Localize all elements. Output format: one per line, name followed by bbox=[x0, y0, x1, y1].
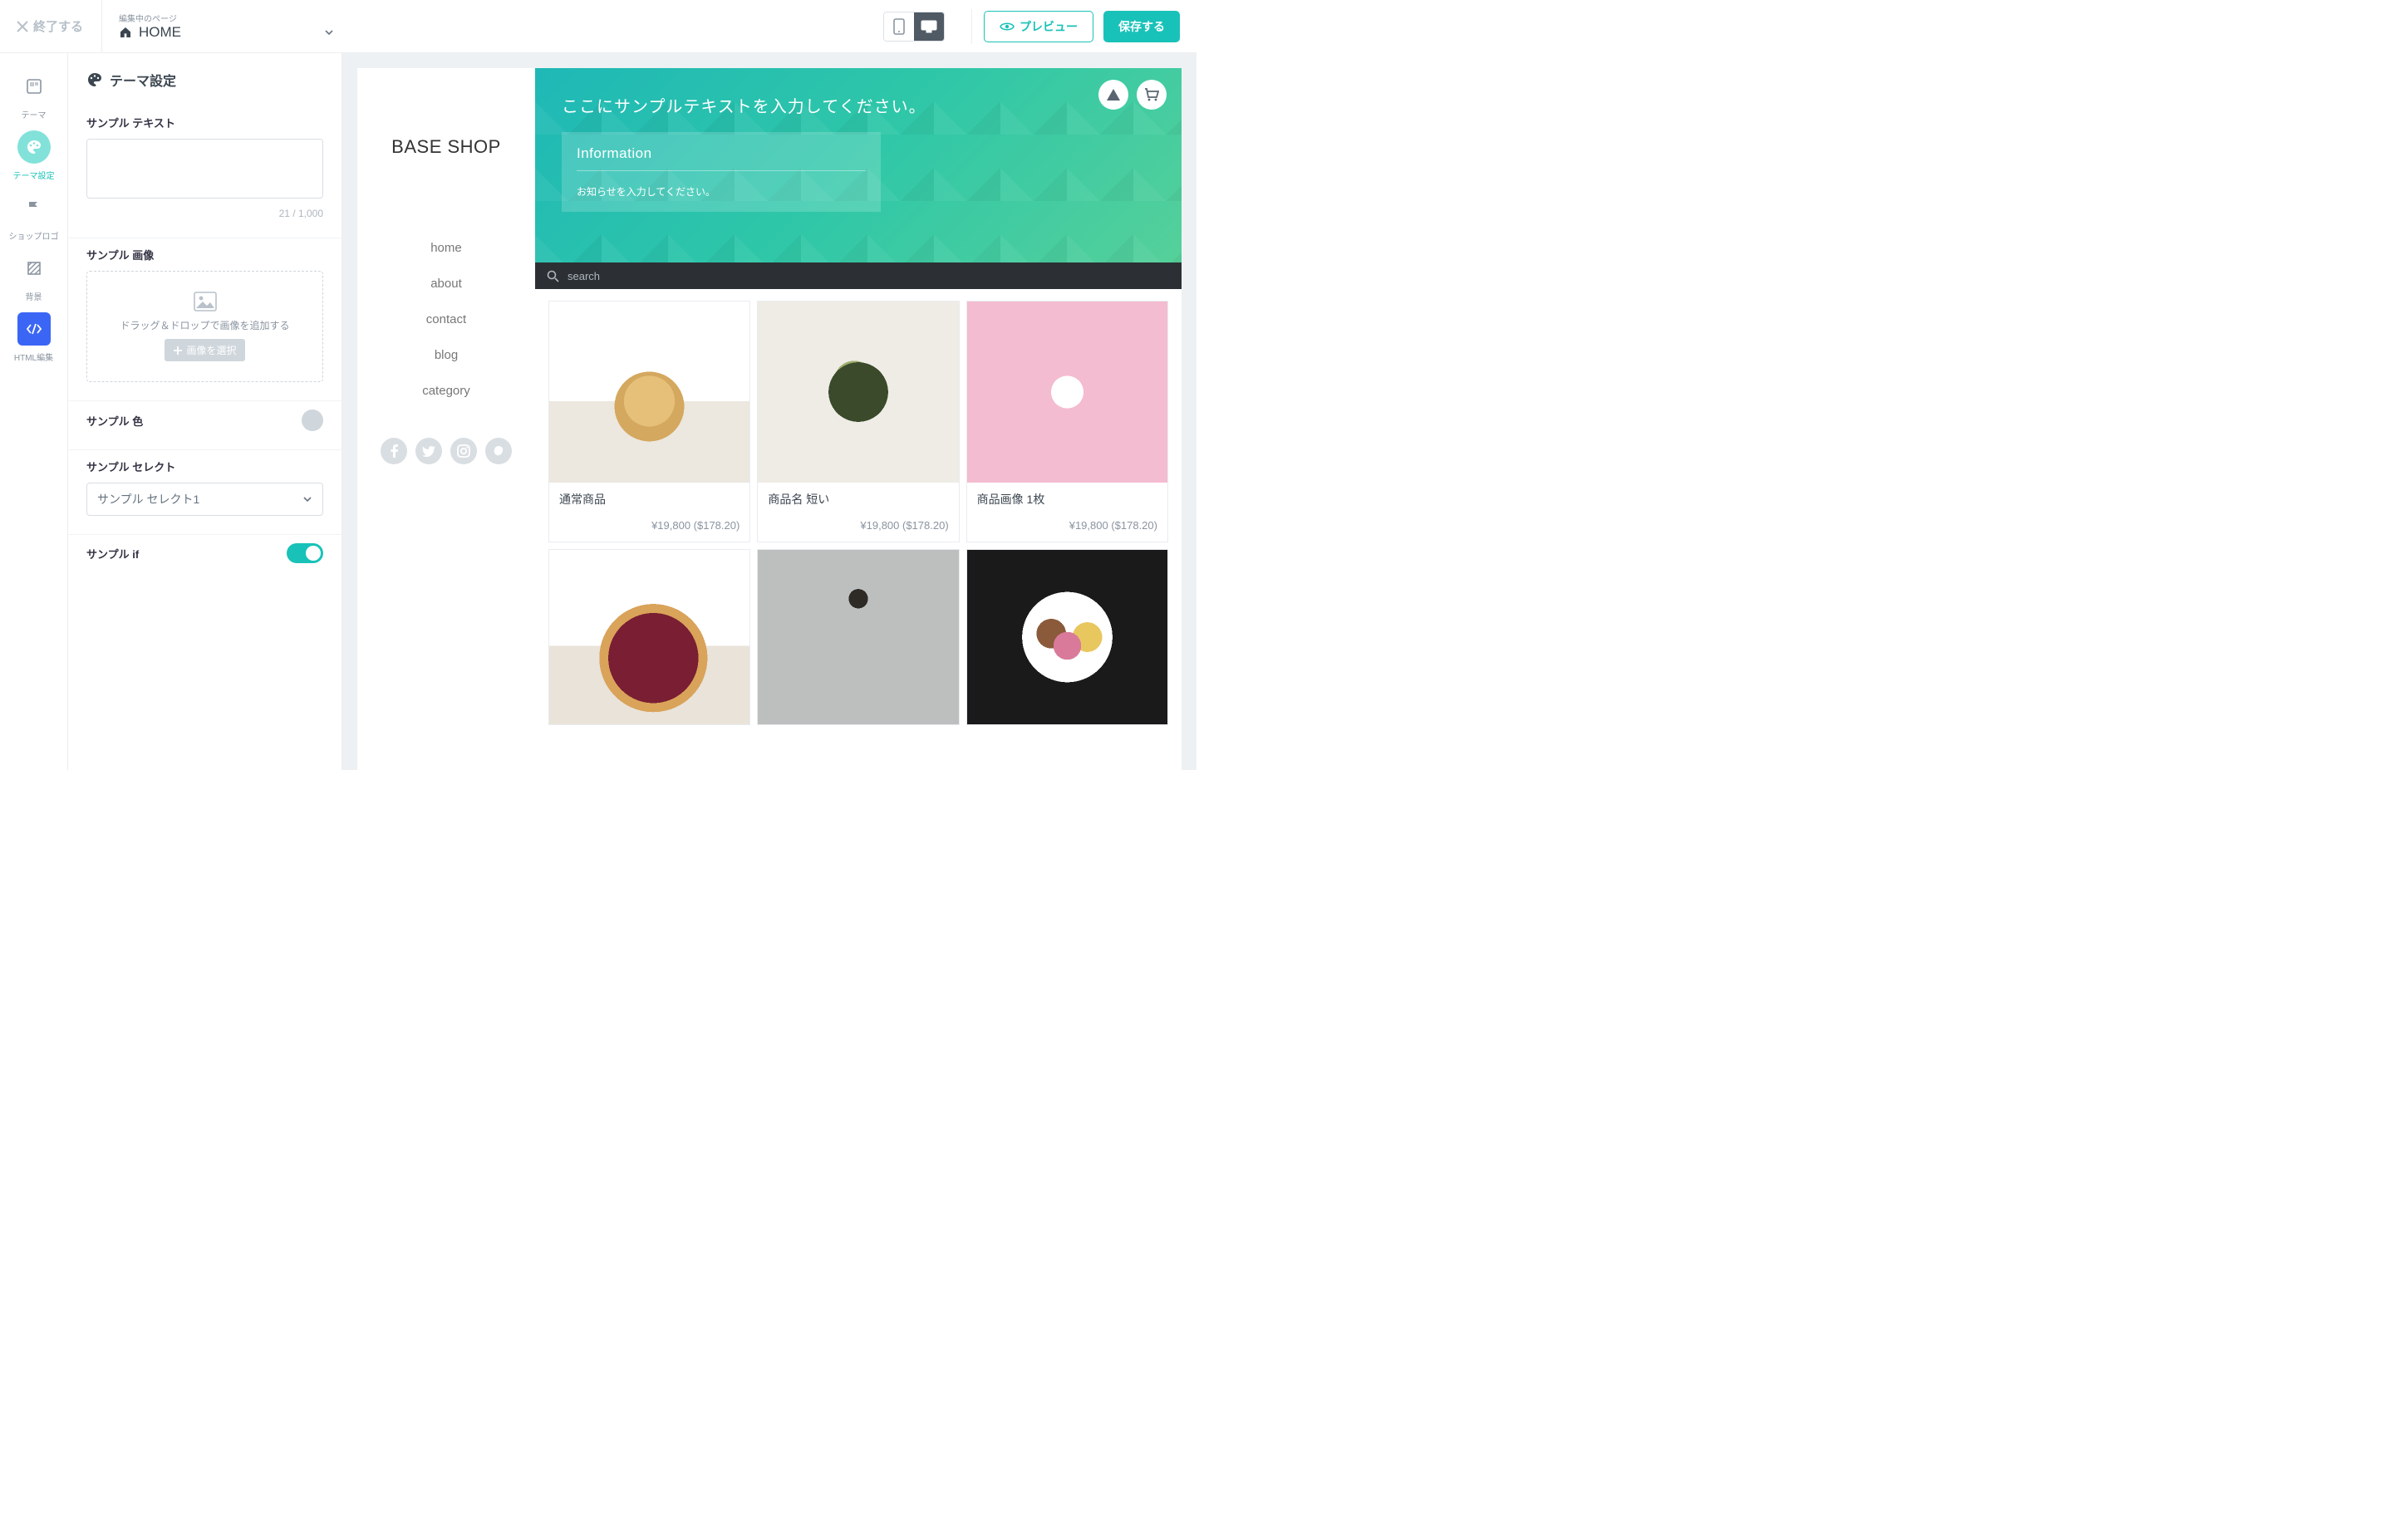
sample-select[interactable]: サンプル セレクト1 bbox=[86, 483, 323, 516]
product-card[interactable]: 商品画像 1枚 ¥19,800 ($178.20) bbox=[966, 301, 1168, 542]
site-preview: BASE SHOP home about contact blog catego… bbox=[357, 68, 1182, 770]
char-counter: 21 / 1,000 bbox=[86, 208, 323, 219]
social-instagram[interactable] bbox=[450, 438, 477, 464]
site-brand: BASE SHOP bbox=[391, 136, 501, 158]
hero-text: ここにサンプルテキストを入力してください。 bbox=[562, 93, 1155, 117]
pick-image-button[interactable]: 画像を選択 bbox=[165, 339, 244, 361]
palette-icon bbox=[86, 71, 103, 88]
nav-blog[interactable]: blog bbox=[422, 348, 470, 362]
nav-home[interactable]: home bbox=[422, 241, 470, 255]
chevron-down-icon bbox=[323, 27, 335, 38]
product-card[interactable] bbox=[966, 549, 1168, 725]
drop-hint: ドラッグ＆ドロップで画像を追加する bbox=[120, 318, 289, 332]
flag-icon bbox=[27, 200, 42, 215]
product-card[interactable]: 通常商品 ¥19,800 ($178.20) bbox=[548, 301, 750, 542]
product-thumb bbox=[967, 550, 1167, 724]
product-title: 通常商品 bbox=[559, 491, 740, 508]
preview-button[interactable]: プレビュー bbox=[984, 11, 1093, 42]
nav-category[interactable]: category bbox=[422, 384, 470, 398]
desktop-view-button[interactable] bbox=[914, 12, 944, 41]
desktop-icon bbox=[921, 19, 937, 34]
iconbar-html-edit[interactable]: HTML編集 bbox=[7, 312, 61, 363]
device-toggle bbox=[883, 12, 945, 42]
nav-contact[interactable]: contact bbox=[422, 312, 470, 326]
sample-select-label: サンプル セレクト bbox=[86, 459, 323, 474]
sample-if-toggle[interactable] bbox=[287, 543, 323, 563]
facebook-icon bbox=[391, 444, 398, 458]
iconbar-background[interactable]: 背景 bbox=[7, 252, 61, 302]
product-thumb bbox=[549, 550, 749, 724]
eye-icon bbox=[1000, 22, 1015, 32]
product-card[interactable] bbox=[757, 549, 959, 725]
preview-label: プレビュー bbox=[1020, 18, 1078, 35]
mobile-view-button[interactable] bbox=[884, 12, 914, 41]
exit-button[interactable]: 終了する bbox=[17, 0, 102, 52]
sample-if-label: サンプル if bbox=[86, 546, 139, 562]
code-icon bbox=[26, 323, 42, 335]
preview-canvas: BASE SHOP home about contact blog catego… bbox=[342, 53, 1196, 770]
info-body: お知らせを入力してください。 bbox=[577, 184, 866, 199]
mobile-icon bbox=[892, 18, 906, 35]
hero: ここにサンプルテキストを入力してください。 Information お知らせを入… bbox=[535, 68, 1182, 262]
texture-icon bbox=[27, 261, 42, 276]
home-icon bbox=[119, 26, 132, 39]
product-thumb bbox=[758, 550, 958, 724]
image-dropzone[interactable]: ドラッグ＆ドロップで画像を追加する 画像を選択 bbox=[86, 271, 323, 382]
search-placeholder: search bbox=[568, 270, 600, 282]
iconbar-theme-label: テーマ bbox=[22, 108, 47, 120]
exit-label: 終了する bbox=[33, 17, 83, 35]
product-thumb bbox=[549, 302, 749, 483]
image-icon bbox=[194, 292, 217, 311]
color-swatch[interactable] bbox=[302, 410, 323, 431]
product-price: ¥19,800 ($178.20) bbox=[977, 519, 1157, 532]
iconbar-shop-logo[interactable]: ショップロゴ bbox=[7, 191, 61, 242]
product-price: ¥19,800 ($178.20) bbox=[559, 519, 740, 532]
product-card[interactable] bbox=[548, 549, 750, 725]
save-button[interactable]: 保存する bbox=[1103, 11, 1180, 42]
product-title: 商品画像 1枚 bbox=[977, 491, 1157, 508]
product-price: ¥19,800 ($178.20) bbox=[768, 519, 948, 532]
nav-about[interactable]: about bbox=[422, 277, 470, 291]
iconbar-shop-logo-label: ショップロゴ bbox=[9, 229, 59, 242]
palette-icon bbox=[26, 139, 42, 155]
sample-color-label: サンプル 色 bbox=[86, 413, 143, 429]
sample-text-label: サンプル テキスト bbox=[86, 115, 323, 130]
settings-panel: テーマ設定 サンプル テキスト 21 / 1,000 サンプル 画像 ドラッグ＆… bbox=[68, 53, 342, 770]
page-name-text: HOME bbox=[139, 24, 181, 41]
iconbar-html-label: HTML編集 bbox=[14, 351, 53, 363]
sample-image-label: サンプル 画像 bbox=[86, 247, 323, 262]
social-twitter[interactable] bbox=[415, 438, 442, 464]
search-bar[interactable]: search bbox=[535, 262, 1182, 289]
product-title: 商品名 短い bbox=[768, 491, 948, 508]
select-value: サンプル セレクト1 bbox=[97, 491, 199, 508]
info-box: Information お知らせを入力してください。 bbox=[562, 132, 881, 212]
panel-title: テーマ設定 bbox=[110, 70, 176, 90]
iconbar: テーマ テーマ設定 ショップロゴ 背景 HTML編集 bbox=[0, 53, 68, 770]
social-facebook[interactable] bbox=[381, 438, 407, 464]
iconbar-theme-settings[interactable]: テーマ設定 bbox=[7, 130, 61, 181]
twitter-icon bbox=[422, 446, 435, 457]
search-icon bbox=[547, 270, 559, 282]
iconbar-background-label: 背景 bbox=[26, 290, 42, 302]
layout-icon bbox=[26, 78, 42, 95]
sample-text-input[interactable] bbox=[86, 139, 323, 199]
save-label: 保存する bbox=[1118, 18, 1165, 35]
blob-icon bbox=[492, 444, 505, 458]
chevron-down-icon bbox=[302, 494, 312, 504]
info-title: Information bbox=[577, 145, 866, 171]
product-card[interactable]: 商品名 短い ¥19,800 ($178.20) bbox=[757, 301, 959, 542]
product-thumb bbox=[967, 302, 1167, 483]
page-selector[interactable]: 編集中のページ HOME bbox=[102, 12, 351, 41]
plus-icon bbox=[173, 346, 183, 356]
iconbar-theme[interactable]: テーマ bbox=[7, 70, 61, 120]
social-other[interactable] bbox=[485, 438, 512, 464]
editing-page-label: 編集中のページ bbox=[119, 12, 335, 24]
close-icon bbox=[17, 21, 28, 32]
pick-image-label: 画像を選択 bbox=[186, 343, 236, 357]
instagram-icon bbox=[457, 444, 470, 458]
product-thumb bbox=[758, 302, 958, 483]
iconbar-theme-settings-label: テーマ設定 bbox=[13, 169, 55, 181]
